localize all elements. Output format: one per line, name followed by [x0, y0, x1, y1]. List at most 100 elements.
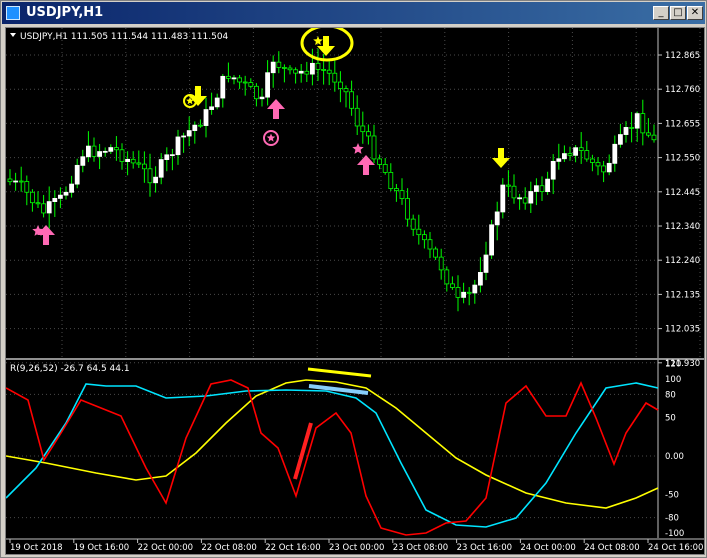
candle-body [399, 190, 405, 199]
candle-body [175, 136, 181, 156]
candle-body [477, 272, 483, 286]
indicator-tick-label: -80 [665, 514, 679, 524]
candle-body [35, 202, 41, 205]
chart-canvas[interactable]: 112.865 112.760 112.655 112.550 112.445 112.3… [5, 24, 704, 554]
price-tick-label: 112.135 [665, 290, 700, 300]
time-tick-label: 24 Oct 00:00 [520, 543, 575, 553]
candle-body [169, 154, 175, 157]
candle-body [455, 287, 461, 298]
candle-body [483, 254, 489, 273]
candle-body [321, 68, 327, 71]
candle-body [433, 248, 439, 258]
candle-body [147, 168, 153, 184]
sell-arrow-icon [492, 148, 510, 168]
close-button[interactable]: ✕ [687, 6, 703, 20]
candle-body [293, 69, 299, 74]
candle-body [141, 163, 147, 170]
candle-body [377, 158, 383, 165]
candle-body [259, 96, 265, 100]
price-tick-label: 112.240 [665, 256, 700, 266]
candle-body [248, 82, 254, 87]
time-tick-label: 19 Oct 2018 [10, 543, 63, 553]
candle-body [578, 147, 584, 151]
candle-body [421, 234, 427, 241]
annotation-line-yellow [307, 367, 372, 378]
candle-body [427, 239, 433, 250]
symbol-info: USDJPY,H1 111.505 111.544 111.483 111.50… [20, 32, 229, 42]
candle-body [80, 156, 86, 166]
buy-star-icon [352, 143, 364, 154]
indicator-tick-label: 50 [665, 414, 676, 424]
time-tick-label: 22 Oct 08:00 [201, 543, 256, 553]
candle-body [601, 165, 606, 173]
candle-body [114, 147, 119, 151]
time-tick-label: 23 Oct 00:00 [329, 543, 384, 553]
restore-button[interactable]: □ [670, 6, 686, 20]
candle-body [58, 194, 63, 199]
candle-body [41, 203, 46, 214]
candle-body [651, 134, 657, 141]
candle-body [209, 106, 215, 110]
time-tick-label: 24 Oct 16:00 [648, 543, 703, 553]
buy-arrow-icon [267, 99, 285, 119]
candle-body [438, 256, 444, 271]
candle-body [281, 67, 287, 69]
candle-body [225, 75, 231, 79]
price-tick-label: 112.865 [665, 51, 700, 61]
sell-arrow-icon [317, 36, 335, 56]
candle-body [181, 135, 187, 138]
candle-body [634, 113, 640, 129]
candle-body [332, 72, 338, 83]
price-grid [6, 28, 701, 364]
indicator-tick-label: 0.00 [665, 452, 684, 462]
candle-body [360, 125, 366, 133]
candle-body [590, 158, 595, 163]
indicator-medium-line [5, 382, 659, 528]
price-tick-label: 112.550 [665, 154, 700, 164]
candle-body [125, 158, 130, 162]
indicator-tick-label: 120 [665, 360, 681, 370]
candle-body [584, 150, 590, 160]
candle-body [349, 91, 355, 109]
candle-body [97, 151, 102, 157]
minimize-button[interactable]: _ [653, 6, 669, 20]
candle-body [24, 181, 30, 193]
candle-body [354, 107, 360, 127]
indicator-fast-line [5, 379, 659, 536]
candle-body [573, 147, 578, 156]
chart-window-icon [6, 6, 20, 20]
time-tick-label: 19 Oct 16:00 [74, 543, 129, 553]
time-tick-label: 23 Oct 08:00 [393, 543, 448, 553]
candle-body [108, 147, 114, 152]
chart-menu-triangle-icon[interactable] [10, 33, 16, 37]
candle-body [567, 153, 573, 156]
chart-window: USDJPY,H1 _ □ ✕ 112.865 112.760 112.655 112… [0, 0, 707, 558]
candle-body [612, 143, 618, 164]
candle-body [545, 178, 550, 193]
chart-area[interactable]: 112.865 112.760 112.655 112.550 112.445 112.3… [5, 24, 705, 555]
candle-body [237, 77, 243, 83]
candle-body [153, 176, 159, 184]
indicator-label: R(9,26,52) -26.7 64.5 44.1 [10, 364, 130, 374]
time-tick-label: 23 Oct 16:00 [457, 543, 512, 553]
candle-body [29, 191, 35, 204]
title-bar[interactable]: USDJPY,H1 _ □ ✕ [2, 2, 705, 24]
candle-body [197, 124, 203, 127]
candle-body [326, 69, 332, 74]
candle-body [449, 283, 455, 288]
candle-body [287, 67, 293, 71]
candle-body [534, 185, 539, 192]
candle-body [416, 228, 422, 236]
candle-body [13, 180, 18, 183]
candle-body [315, 62, 321, 70]
candle-body [158, 159, 164, 178]
candle-body [18, 180, 24, 183]
time-tick-label: 22 Oct 00:00 [138, 543, 193, 553]
candle-body [304, 70, 310, 75]
indicator-axis: 120 100 80 50 0.00 -50 -80 -100 [665, 360, 684, 539]
candle-body [623, 127, 629, 135]
candle-body [231, 77, 237, 80]
candle-body [265, 72, 271, 98]
candle-body [461, 291, 467, 298]
candle-body [517, 197, 523, 200]
